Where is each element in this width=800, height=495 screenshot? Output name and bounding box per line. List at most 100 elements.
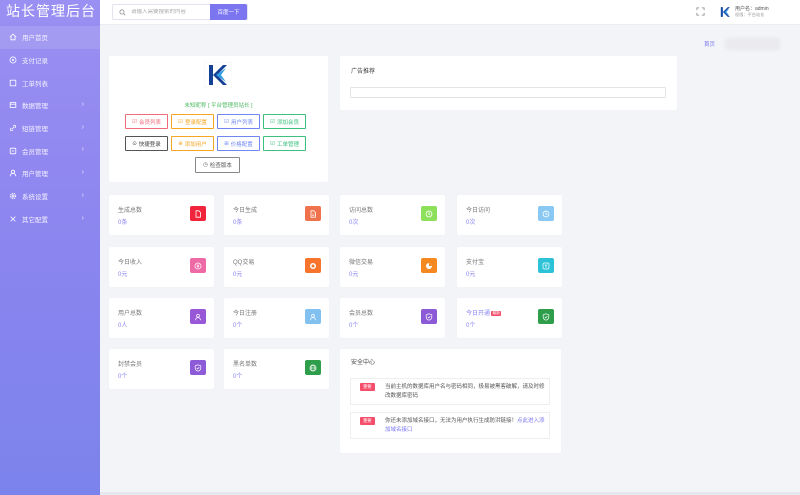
users-icon [305,309,321,324]
add-member-button[interactable]: ☑ 添加会员 [263,114,306,129]
stat-label: 封禁会员 [118,362,143,368]
stat-label: 今日收入 [118,260,143,266]
top-bar: 百度一下 用户名：admin 权限：平台站长 [100,0,800,25]
sidebar-item-links[interactable]: 短链管理 › [0,117,100,140]
stat-label: 生成总数 [118,208,143,214]
sidebar-item-label: 工单列表 [22,80,48,88]
add-user-button[interactable]: ⊕ 添加用户 [171,136,214,151]
chevron-right-icon: › [81,146,84,154]
stat-label: 微信交易 [349,260,374,266]
sidebar-item-data[interactable]: 数据管理 › [0,94,100,117]
important-badge: 重要 [360,417,375,425]
user-info: 用户名：admin 权限：平台站长 [735,6,769,18]
user-icon [8,169,17,178]
shield-icon [538,309,554,324]
stat-card-total-users: 用户总数 0人 [109,298,214,338]
stat-value: 0元 [233,272,243,278]
stat-value: 0个 [233,374,243,380]
record-icon [8,56,17,65]
chevron-right-icon: › [81,214,84,222]
chevron-right-icon: › [81,101,84,109]
sidebar-item-label: 用户首页 [22,35,48,43]
gear-icon [8,192,17,201]
alipay-icon [538,258,554,273]
stat-card-wechat-trade: 微信交易 0元 [340,247,445,287]
stat-label: QQ交易 [233,260,255,266]
stat-label: 今日访问 [466,208,491,214]
stat-card-blacklist: 黑名单数 0个 [224,349,329,389]
yen-icon [190,258,206,273]
file-icon [190,206,206,221]
stat-card-today-opened: 今日开通 最新 0个 [457,298,562,338]
sidebar-item-label: 系统设置 [22,194,48,202]
sidebar-item-users[interactable]: 用户管理 › [0,162,100,185]
clock-icon: ◷ [203,162,208,168]
user-list-icon: ☑ [224,118,229,125]
stat-value: 0人 [118,323,128,329]
stat-value: 0个 [118,374,128,380]
sidebar-item-payments[interactable]: 支付记录 [0,49,100,72]
breadcrumb-home[interactable]: 首页 [704,40,715,48]
site-logo [204,62,232,88]
new-badge: 最新 [491,310,502,316]
sidebar-item-label: 数据管理 [22,103,48,111]
data-icon [8,101,17,110]
sidebar-item-home[interactable]: 用户首页 [0,26,100,49]
home-icon [8,33,17,42]
stat-card-banned-members: 封禁会员 0个 [109,349,214,389]
stat-label: 黑名单数 [233,362,258,368]
sidebar-item-members[interactable]: 会员管理 › [0,139,100,162]
fullscreen-icon[interactable] [696,7,705,16]
stat-value: 0元 [466,272,476,278]
stat-card-total-generated: 生成总数 0条 [109,195,214,235]
member-list-button[interactable]: ☑ 会员列表 [125,114,168,129]
ticket-icon [8,78,17,87]
stat-label: 今日开通 最新 [466,310,502,317]
price-config-button[interactable]: ⊞ 价格配置 [217,136,260,151]
login-config-button[interactable]: ☑ 登录配置 [171,114,214,129]
user-list-button[interactable]: ☑ 用户列表 [217,114,260,129]
quick-login-icon: ⊙ [132,140,137,147]
sidebar-item-settings[interactable]: 系统设置 › [0,185,100,208]
stat-value: 0个 [466,323,476,329]
avatar [718,5,732,19]
chevron-right-icon: › [81,169,84,177]
security-center: 安全中心 重要 当前主机的数据库用户名与密码相同，极易被黑客破解，请及时修改数据… [340,349,561,453]
cart-icon: ⊞ [224,140,229,147]
wechat-icon [421,258,437,273]
sidebar-item-other-config[interactable]: 其它配置 › [0,208,100,231]
stat-card-today-generated: 今日生成 0条 [224,195,329,235]
security-title: 安全中心 [351,360,376,366]
stat-card-today-visits: 今日访问 0次 [457,195,562,235]
app-title: 站长管理后台 [6,3,96,19]
quick-buttons-row-2: ⊙ 快捷登录 ⊕ 添加用户 ⊞ 价格配置 ☑ 工单管理 [125,136,309,151]
stat-card-today-income: 今日收入 0元 [109,247,214,287]
quick-login-button[interactable]: ⊙ 快捷登录 [125,136,168,151]
member-icon [8,146,17,155]
nickname: 未知昵称 [ 平台管理员站长 ] [184,103,253,109]
stat-value: 0元 [349,272,359,278]
stat-value: 0条 [233,220,243,226]
search-icon [119,8,126,16]
add-member-icon: ☑ [270,118,275,125]
stat-value: 0个 [233,323,243,329]
shield-icon [421,309,437,324]
ticket-manage-button[interactable]: ☑ 工单管理 [263,136,306,151]
check-version-button[interactable]: ◷ 检查版本 [195,157,240,173]
file-icon [305,206,321,221]
ads-title: 广告推荐 [351,69,376,75]
add-user-icon: ⊕ [178,140,183,147]
search-button[interactable]: 百度一下 [210,4,247,20]
important-badge: 重要 [360,383,375,391]
sidebar-item-tickets[interactable]: 工单列表 [0,71,100,94]
sidebar-item-label: 会员管理 [22,148,48,156]
ads-content [350,87,666,98]
stat-value: 0次 [466,220,476,226]
stat-card-alipay: 支付宝 0元 [457,247,562,287]
stat-value: 0个 [349,323,359,329]
user-menu[interactable]: 用户名：admin 权限：平台站长 [718,3,778,21]
clock-icon [538,206,554,221]
stat-card-total-members: 会员总数 0个 [340,298,445,338]
notice-text: 你还未添加域名接口，无法为用户执行生成防洪链接！ [385,418,518,424]
breadcrumb-current [725,38,780,50]
